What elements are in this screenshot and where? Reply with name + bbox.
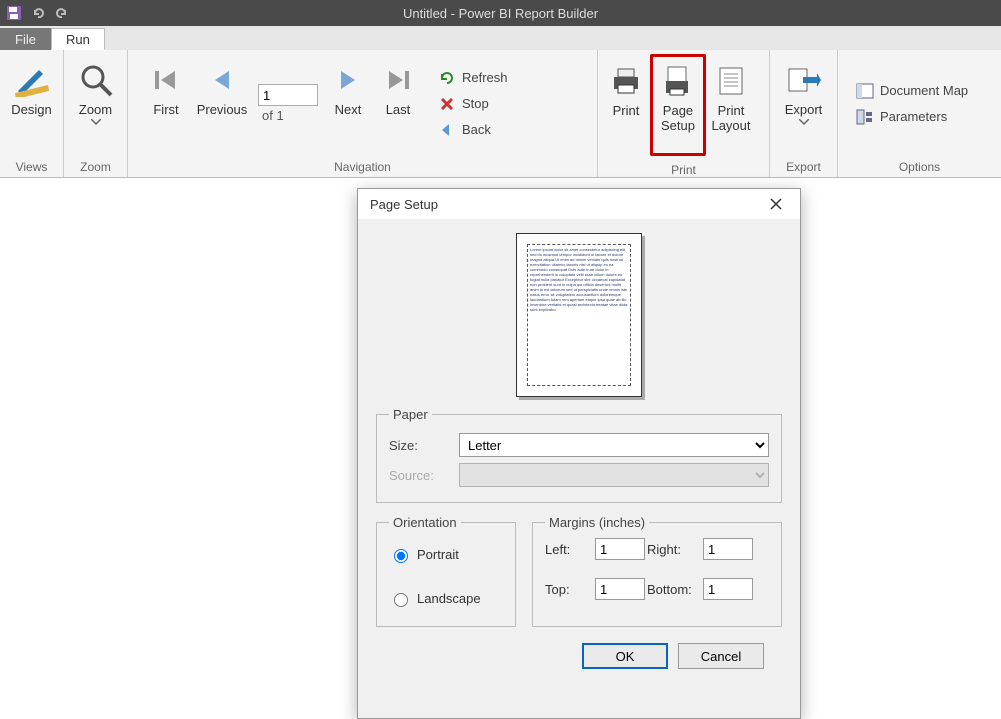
ribbon: Design Views Zoom Zoom [0, 50, 1001, 178]
refresh-icon [438, 70, 456, 86]
stop-button[interactable]: Stop [438, 93, 508, 115]
nav-next-button[interactable]: Next [328, 56, 368, 152]
design-button[interactable]: Design [8, 56, 55, 152]
tab-file[interactable]: File [0, 28, 51, 50]
stop-icon [438, 96, 456, 112]
group-views: Design Views [0, 50, 64, 177]
back-button[interactable]: Back [438, 119, 508, 141]
margin-top-label: Top: [545, 582, 595, 597]
nav-last-button[interactable]: Last [378, 56, 418, 152]
export-icon [786, 62, 822, 98]
nav-previous-button[interactable]: Previous [196, 56, 248, 152]
print-button[interactable]: Print [602, 57, 650, 153]
ok-button[interactable]: OK [582, 643, 668, 669]
tab-run[interactable]: Run [51, 28, 105, 50]
refresh-button[interactable]: Refresh [438, 67, 508, 89]
group-options: Document Map Parameters Options [838, 50, 1001, 177]
chevron-down-icon [91, 119, 101, 125]
source-label: Source: [389, 468, 459, 483]
margin-left-input[interactable] [595, 538, 645, 560]
page-preview: Lorem ipsum dolor sit amet consectetur a… [376, 233, 782, 397]
page-of-label: of 1 [262, 108, 284, 123]
group-print: Print Page Setup Print Layout Print [598, 50, 770, 177]
quick-access-toolbar [0, 5, 70, 21]
paper-group: Paper Size: Letter Source: [376, 407, 782, 503]
dialog-titlebar: Page Setup [358, 189, 800, 219]
undo-icon[interactable] [30, 5, 46, 21]
parameters-icon [856, 109, 874, 125]
save-icon[interactable] [6, 5, 22, 21]
parameters-button[interactable]: Parameters [856, 106, 968, 128]
orientation-landscape-radio[interactable] [394, 593, 408, 607]
highlight-page-setup: Page Setup [650, 54, 706, 156]
dialog-title: Page Setup [370, 197, 438, 212]
printer-icon [608, 63, 644, 99]
margin-left-label: Left: [545, 542, 595, 557]
close-button[interactable] [764, 192, 788, 216]
orientation-group: Orientation Portrait Landscape [376, 515, 516, 627]
nav-first-button[interactable]: First [146, 56, 186, 152]
document-map-button[interactable]: Document Map [856, 80, 968, 102]
zoom-button[interactable]: Zoom [72, 56, 119, 152]
group-navigation: First Previous of 1 Next [128, 50, 598, 177]
titlebar: Untitled - Power BI Report Builder [0, 0, 1001, 26]
group-zoom: Zoom Zoom [64, 50, 128, 177]
margin-top-input[interactable] [595, 578, 645, 600]
page-number-input[interactable] [258, 84, 318, 106]
print-layout-button[interactable]: Print Layout [706, 57, 756, 153]
orientation-portrait-radio[interactable] [394, 549, 408, 563]
chevron-down-icon [799, 119, 809, 125]
page-number-box: of 1 [258, 84, 318, 123]
margin-bottom-label: Bottom: [647, 582, 703, 597]
paper-size-select[interactable]: Letter [459, 433, 769, 457]
design-icon [14, 62, 50, 98]
print-layout-icon [713, 63, 749, 99]
close-icon [770, 198, 782, 210]
page-setup-dialog: Page Setup Lorem ipsum dolor sit amet co… [357, 188, 801, 719]
document-map-icon [856, 83, 874, 99]
back-icon [438, 122, 456, 138]
margin-bottom-input[interactable] [703, 578, 753, 600]
page-setup-icon [660, 63, 696, 99]
nav-actions: Refresh Stop Back [428, 67, 518, 141]
page-setup-button[interactable]: Page Setup [655, 57, 701, 153]
zoom-icon [78, 62, 114, 98]
redo-icon[interactable] [54, 5, 70, 21]
paper-source-select [459, 463, 769, 487]
cancel-button[interactable]: Cancel [678, 643, 764, 669]
window-title: Untitled - Power BI Report Builder [403, 6, 598, 21]
export-button[interactable]: Export [778, 56, 829, 152]
size-label: Size: [389, 438, 459, 453]
margin-right-label: Right: [647, 542, 703, 557]
tabstrip: File Run [0, 26, 1001, 50]
group-export: Export Export [770, 50, 838, 177]
margins-group: Margins (inches) Left: Right: Top: Botto… [532, 515, 782, 627]
margin-right-input[interactable] [703, 538, 753, 560]
